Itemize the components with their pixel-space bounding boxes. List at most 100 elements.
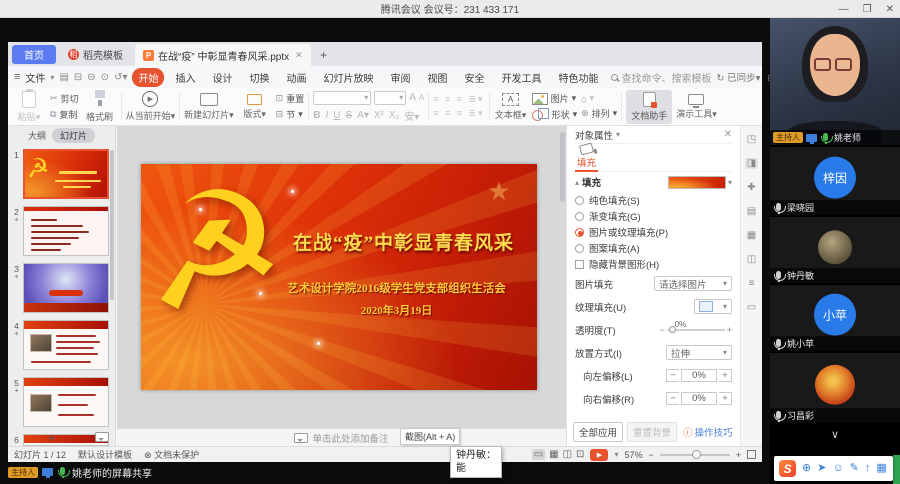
slide-sorter-icon[interactable]: ▦ xyxy=(549,449,558,460)
picture-button[interactable]: 图片▾ xyxy=(532,92,578,105)
slide-thumbnail-4[interactable] xyxy=(23,320,109,370)
slide-editor[interactable]: ☭ ★ 在战“疫”中彰显青春风采 艺术设计学院2016级学生党支部组织生活会 2… xyxy=(141,164,537,390)
slide-title[interactable]: 在战“疫”中彰显青春风采 xyxy=(279,228,529,255)
texture-dropdown[interactable]: ▾ xyxy=(694,299,732,314)
tab-home[interactable]: 首页 xyxy=(12,45,56,64)
zoom-in-icon[interactable]: + xyxy=(736,450,741,460)
slide-date[interactable]: 2020年3月19日 xyxy=(261,302,533,318)
properties-close-icon[interactable]: ✕ xyxy=(724,129,732,140)
normal-view-icon[interactable]: ▭ xyxy=(532,449,545,460)
strikethrough-button[interactable]: S xyxy=(345,110,352,121)
align-icons-row1[interactable]: ≡ ≡ ≡ ≣▾ xyxy=(433,94,484,105)
subscript-button[interactable]: X₂ xyxy=(389,110,400,121)
stepper-minus-icon[interactable]: − xyxy=(666,369,679,382)
notes-view-icon[interactable]: ⊡ xyxy=(576,449,584,460)
menu-tab-insert[interactable]: 插入 xyxy=(169,68,201,87)
minimize-button[interactable]: — xyxy=(839,4,849,15)
upload-tool-icon[interactable]: ↑ xyxy=(865,463,871,474)
slideshow-play-button[interactable]: ▶ xyxy=(590,449,608,461)
notes-bar[interactable]: 单击此处添加备注 xyxy=(117,428,566,446)
slides-tab[interactable]: 幻灯片 xyxy=(52,128,95,143)
layout-button[interactable]: 版式▾ xyxy=(238,94,272,120)
stepper-minus-icon[interactable]: − xyxy=(666,392,679,405)
print-icon[interactable]: ⊖ xyxy=(87,72,95,83)
file-caret-icon[interactable]: ▾ xyxy=(50,73,54,82)
add-slide-button[interactable]: + xyxy=(8,430,95,445)
dock-insert-icon[interactable]: ✚ xyxy=(747,182,755,193)
stepper-plus-icon[interactable]: + xyxy=(719,392,732,405)
font-color-button[interactable]: A▾ xyxy=(357,110,369,121)
stepper-plus-icon[interactable]: + xyxy=(719,369,732,382)
font-size-select[interactable]: ▾ xyxy=(374,91,406,105)
slide-thumbnail-1[interactable]: ☭ xyxy=(23,149,109,199)
pen-tool-icon[interactable]: ✎ xyxy=(850,463,859,474)
menu-tab-home[interactable]: 开始 xyxy=(132,68,164,87)
textbox-button[interactable]: A 文本框▾ xyxy=(494,93,528,121)
chat-message-popup[interactable]: 钟丹敏： 能 xyxy=(450,446,502,478)
fill-option-pattern[interactable]: 图案填充(A) xyxy=(575,240,732,256)
reset-background-button[interactable]: 重置背景 xyxy=(627,422,677,442)
slide-thumbnail-5[interactable] xyxy=(23,377,109,427)
zoom-percent[interactable]: 57% xyxy=(624,450,642,460)
gallery-tool-icon[interactable]: ▦ xyxy=(876,463,886,474)
slider-thumb[interactable] xyxy=(669,326,676,333)
fill-tab[interactable]: 填充 xyxy=(575,144,598,172)
fill-preview-dropdown[interactable]: ▾ xyxy=(668,176,732,189)
menu-tab-animation[interactable]: 动画 xyxy=(280,68,312,87)
save-icon[interactable]: ▤ xyxy=(59,72,68,83)
present-tools-button[interactable]: 演示工具▾ xyxy=(676,94,717,120)
canvas-scrollbar[interactable] xyxy=(560,132,565,202)
dock-layers-icon[interactable]: ▤ xyxy=(747,206,756,217)
wps-logo-icon[interactable]: S xyxy=(779,460,796,477)
fullscreen-icon[interactable] xyxy=(747,450,756,459)
participant-tile-host[interactable]: 主持人 姚老师 xyxy=(770,18,900,145)
offset-right-stepper[interactable]: − 0% + xyxy=(666,391,732,406)
section-button[interactable]: ⊟节▾ xyxy=(276,108,305,121)
transparency-slider[interactable]: − 0% + xyxy=(659,325,732,335)
slide-subtitle[interactable]: 艺术设计学院2016级学生党支部组织生活会 xyxy=(261,280,533,296)
preview-icon[interactable]: ⊙ xyxy=(101,72,109,83)
laser-tool-icon[interactable]: ➤ xyxy=(817,463,826,474)
arrange-button[interactable]: ⊛排列▾ xyxy=(581,107,617,120)
play-options-caret-icon[interactable]: ▾ xyxy=(614,450,618,459)
apply-all-button[interactable]: 全部应用 xyxy=(573,422,623,442)
new-tab-button[interactable]: + xyxy=(315,45,333,64)
album-button[interactable]: ⌂▾ xyxy=(581,93,617,104)
dock-fill-icon[interactable]: ◨ xyxy=(745,158,758,169)
paste-button[interactable]: 粘贴▾ xyxy=(12,91,46,123)
hide-background-checkbox[interactable]: 隐藏背景图形(H) xyxy=(575,256,732,272)
phonetic-button[interactable]: 安▾ xyxy=(404,108,419,123)
comment-bubble-icon[interactable] xyxy=(95,432,109,442)
placement-dropdown[interactable]: 拉伸▾ xyxy=(666,345,732,360)
reading-view-icon[interactable]: ◫ xyxy=(563,449,572,460)
close-button[interactable]: ✕ xyxy=(886,4,894,15)
bold-button[interactable]: B xyxy=(313,110,320,121)
sync-status[interactable]: ↻ 已同步▾ xyxy=(716,70,760,84)
fill-option-solid[interactable]: 纯色填充(S) xyxy=(575,192,732,208)
zoom-slider-thumb[interactable] xyxy=(692,450,701,459)
emoji-tool-icon[interactable]: ☺ xyxy=(832,463,843,474)
shrink-font-icon[interactable]: A xyxy=(419,93,424,102)
doc-assistant-button[interactable]: 文档助手 xyxy=(626,90,672,124)
offset-left-stepper[interactable]: − 0% + xyxy=(666,368,732,383)
superscript-button[interactable]: X² xyxy=(374,110,384,121)
dock-list-icon[interactable]: ≡ xyxy=(749,278,755,289)
pick-picture-dropdown[interactable]: 请选择图片▾ xyxy=(654,276,732,291)
dock-columns-icon[interactable]: ◫ xyxy=(747,254,756,265)
slide-thumbnail-3[interactable] xyxy=(23,263,109,313)
menu-tab-security[interactable]: 安全 xyxy=(458,68,490,87)
menu-tab-review[interactable]: 审阅 xyxy=(384,68,416,87)
new-slide-button[interactable]: 新建幻灯片▾ xyxy=(184,93,234,121)
protection-status[interactable]: ⊗ 文档未保护 xyxy=(144,448,199,461)
fill-option-gradient[interactable]: 渐变填充(G) xyxy=(575,208,732,224)
shapes-button[interactable]: 形状▾ xyxy=(532,108,578,121)
dock-notes-icon[interactable]: ▭ xyxy=(747,302,756,313)
play-from-current-button[interactable]: ▶ 从当前开始▾ xyxy=(126,91,176,122)
undo-icon[interactable]: ↺▾ xyxy=(114,72,127,83)
zoom-out-icon[interactable]: − xyxy=(648,450,653,460)
slide-thumbnail-2[interactable] xyxy=(23,206,109,256)
dock-grid-icon[interactable]: ▦ xyxy=(747,230,756,241)
participant-tile-3[interactable]: 钟丹敏 xyxy=(770,217,900,283)
italic-button[interactable]: I xyxy=(325,110,328,121)
menu-tab-devtools[interactable]: 开发工具 xyxy=(495,68,547,87)
